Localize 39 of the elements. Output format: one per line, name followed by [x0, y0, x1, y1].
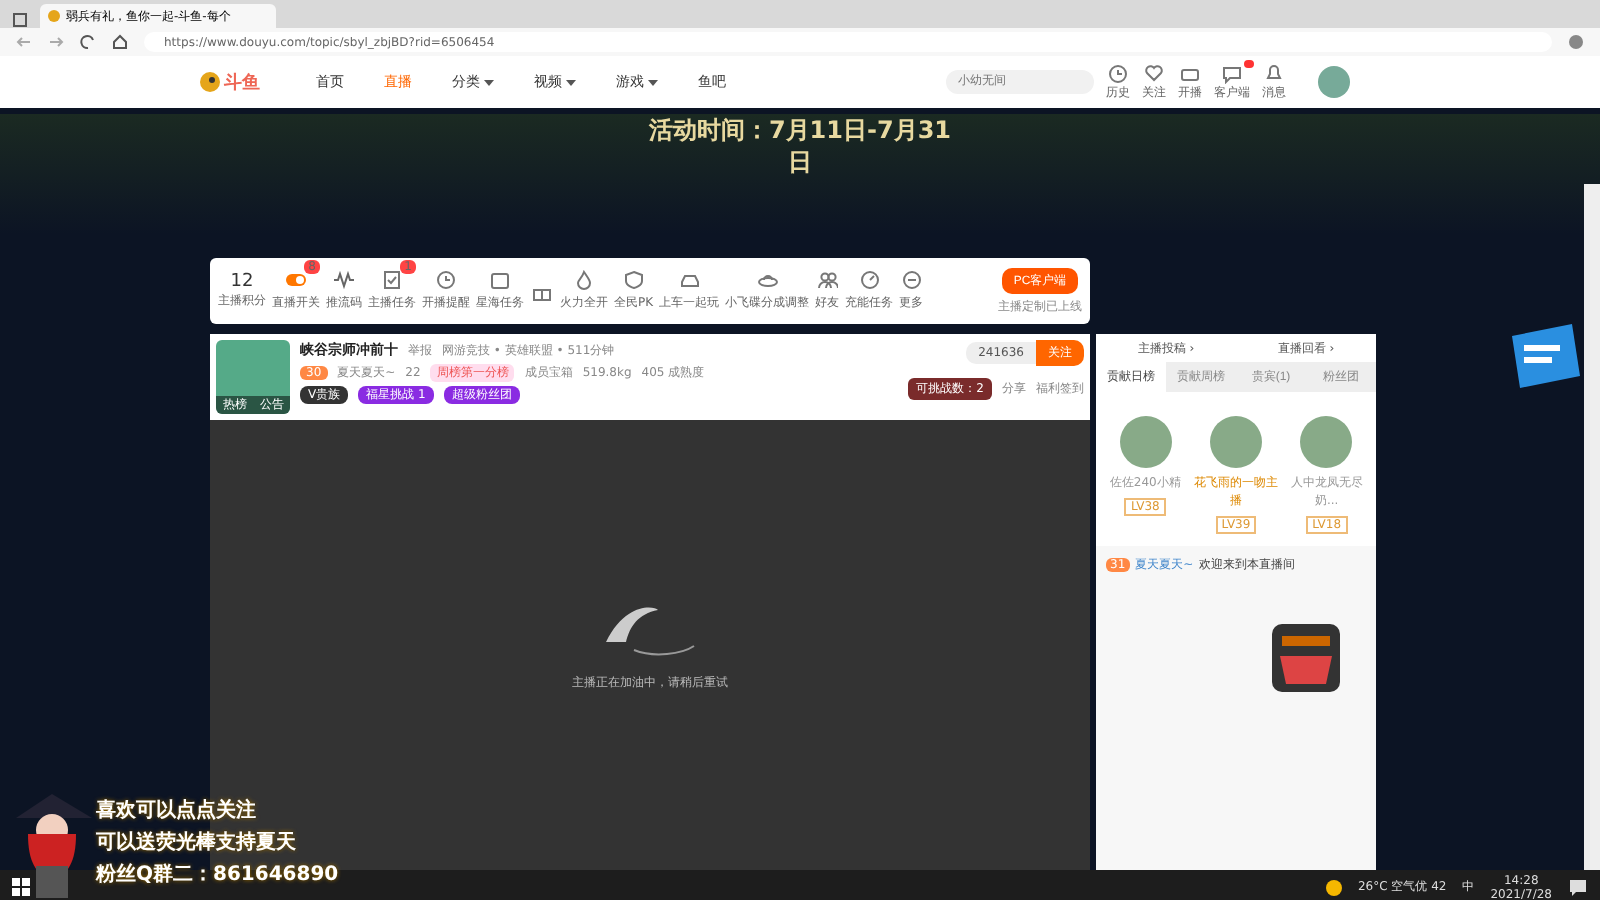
tabs-icon[interactable]: [12, 12, 28, 28]
shield-icon[interactable]: [623, 270, 644, 290]
overlay-caption: 可以送荧光棒支持夏天: [96, 829, 298, 856]
flame-icon[interactable]: [574, 270, 594, 290]
home-icon[interactable]: [112, 34, 128, 50]
profile-icon[interactable]: [1568, 34, 1584, 50]
overlay-caption: 粉丝Q群二：861646890: [96, 861, 339, 888]
gauge-icon[interactable]: [859, 270, 880, 290]
scrollbar[interactable]: [1584, 184, 1600, 870]
caret-icon[interactable]: [484, 79, 494, 85]
bell-icon[interactable]: [1264, 63, 1284, 83]
user-avatar[interactable]: [1300, 416, 1353, 468]
caret-icon[interactable]: [566, 79, 576, 85]
car-icon[interactable]: [679, 270, 700, 290]
waveform-icon[interactable]: [334, 270, 354, 290]
more-icon[interactable]: [901, 270, 922, 290]
reload-icon[interactable]: [80, 34, 96, 50]
score-value: 12: [230, 272, 254, 292]
banner-text: 活动时间：7月11日-7月31日: [646, 114, 954, 178]
sun-icon[interactable]: [1325, 879, 1342, 895]
user-avatar[interactable]: [1209, 416, 1262, 468]
clipboard-icon[interactable]: [382, 270, 402, 290]
clock-icon[interactable]: [1108, 63, 1128, 83]
toggle-icon[interactable]: [286, 270, 306, 290]
clock-icon[interactable]: [436, 270, 456, 290]
keyboard-gift-icon[interactable]: [1272, 624, 1340, 692]
caret-icon[interactable]: [648, 79, 658, 85]
ufo-icon[interactable]: [757, 270, 778, 290]
overlay-caption: 喜欢可以点点关注: [96, 796, 258, 824]
user-avatar[interactable]: [1119, 416, 1172, 468]
user-avatar[interactable]: [1318, 66, 1350, 98]
fish-logo-icon: [48, 10, 60, 22]
notification-icon[interactable]: [1568, 877, 1588, 897]
windows-icon[interactable]: [12, 878, 30, 896]
fish-logo-icon[interactable]: [200, 72, 220, 92]
calendar-icon[interactable]: [490, 270, 510, 290]
chat-bubble-icon[interactable]: [1222, 63, 1242, 83]
heart-icon[interactable]: [1144, 63, 1164, 83]
people-icon[interactable]: [817, 270, 838, 290]
